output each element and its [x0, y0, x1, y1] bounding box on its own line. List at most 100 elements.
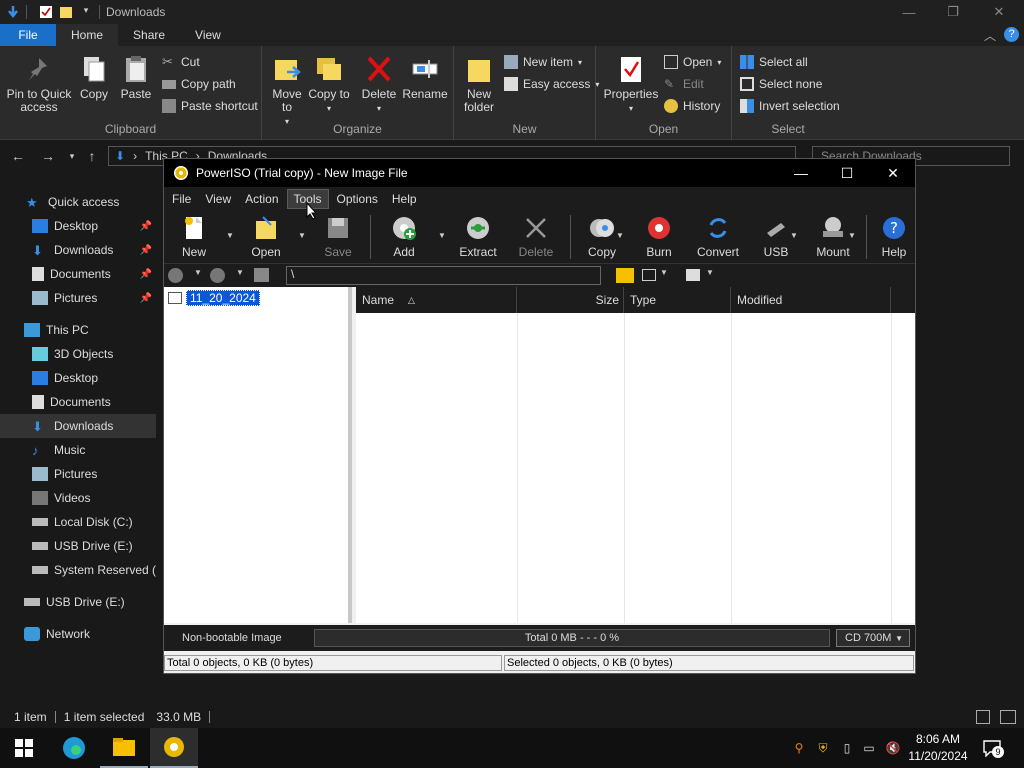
nav-qa-documents[interactable]: Documents 📌 [0, 262, 156, 286]
copy-to-button[interactable]: Copy to ▾ [308, 54, 350, 115]
copy-path-button[interactable]: Copy path [162, 75, 236, 93]
tab-view[interactable]: View [180, 24, 236, 46]
close-button[interactable]: ✕ [976, 0, 1022, 24]
forward-arrow-icon[interactable]: → [36, 148, 60, 164]
tab-file[interactable]: File [0, 24, 56, 46]
nav-usb-drive-root[interactable]: USB Drive (E:) [0, 590, 156, 614]
tab-share[interactable]: Share [118, 24, 180, 46]
toolbar-convert-button[interactable]: Convert [692, 213, 744, 259]
security-shield-icon[interactable]: ⛨ [814, 738, 832, 758]
nav-forward-icon[interactable] [210, 268, 225, 283]
nav-this-pc[interactable]: This PC [0, 318, 156, 342]
rename-button[interactable]: Rename [400, 54, 450, 101]
new-folder-button[interactable]: New folder [458, 54, 500, 114]
taskbar-clock[interactable]: 8:06 AM 11/20/2024 [906, 731, 970, 765]
large-icons-view-icon[interactable] [1000, 710, 1016, 724]
volume-muted-icon[interactable]: 🔇 [884, 738, 902, 758]
maximize-button[interactable]: ❐ [930, 0, 976, 24]
column-header-size[interactable]: Size [517, 287, 624, 313]
usb-dropdown-icon[interactable]: ▼ [790, 231, 798, 240]
taskbar-edge[interactable] [50, 728, 98, 768]
copy-button[interactable]: Copy [74, 54, 114, 101]
tree-node-root[interactable]: 11_20_2024 [168, 290, 260, 306]
easy-access-button[interactable]: Easy access ▾ [504, 75, 599, 93]
toolbar-new-button[interactable]: New [174, 213, 214, 259]
nav-network[interactable]: Network [0, 622, 156, 646]
nav-qa-downloads[interactable]: ⬇ Downloads 📌 [0, 238, 156, 262]
nav-qa-pictures[interactable]: Pictures 📌 [0, 286, 156, 310]
menu-help[interactable]: Help [386, 190, 423, 208]
help-icon[interactable]: ? [1004, 27, 1019, 42]
toolbar-save-button[interactable]: Save [318, 213, 358, 259]
open-dropdown-icon[interactable]: ▼ [298, 231, 306, 240]
poweriso-close-button[interactable]: ✕ [870, 159, 916, 187]
poweriso-maximize-button[interactable]: ☐ [824, 159, 870, 187]
menu-action[interactable]: Action [239, 190, 284, 208]
back-arrow-icon[interactable]: ← [6, 148, 30, 164]
nav-back-icon[interactable] [168, 268, 183, 283]
path-input[interactable]: \ [286, 266, 601, 285]
taskbar-poweriso[interactable] [150, 728, 198, 768]
nav-qa-desktop[interactable]: Desktop 📌 [0, 214, 156, 238]
browse-folder-icon[interactable] [616, 268, 634, 283]
properties-check-icon[interactable] [39, 5, 53, 19]
nav-pictures[interactable]: Pictures [0, 462, 156, 486]
action-center-button[interactable]: 9 [982, 739, 1004, 758]
customize-dropdown-icon[interactable]: ▾ [79, 5, 93, 19]
up-arrow-icon[interactable]: ↑ [80, 148, 104, 164]
taskbar-file-explorer[interactable] [100, 728, 148, 768]
cut-button[interactable]: ✂ Cut [162, 53, 200, 71]
menu-options[interactable]: Options [331, 190, 384, 208]
menu-file[interactable]: File [166, 190, 197, 208]
move-to-button[interactable]: Move to ▾ [266, 54, 308, 128]
copy-dropdown-icon[interactable]: ▼ [616, 231, 624, 240]
usb-eject-icon[interactable]: ▯ [838, 738, 856, 758]
view-mode-icon[interactable] [642, 269, 656, 281]
layout-dropdown-icon[interactable]: ▼ [706, 268, 714, 277]
new-dropdown-icon[interactable]: ▼ [226, 231, 234, 240]
details-view-icon[interactable] [976, 710, 990, 724]
paste-shortcut-button[interactable]: Paste shortcut [162, 97, 258, 115]
nav-quick-access[interactable]: ★ Quick access [0, 190, 156, 214]
mount-dropdown-icon[interactable]: ▼ [848, 231, 856, 240]
toolbar-extract-button[interactable]: Extract [454, 213, 502, 259]
column-header-type[interactable]: Type [624, 287, 731, 313]
properties-button[interactable]: Properties ▾ [600, 54, 662, 115]
network-status-icon[interactable]: ▭ [860, 738, 878, 758]
poweriso-minimize-button[interactable]: — [778, 159, 824, 187]
nav-desktop[interactable]: Desktop [0, 366, 156, 390]
add-dropdown-icon[interactable]: ▼ [438, 231, 446, 240]
toolbar-help-button[interactable]: ? Help [876, 213, 912, 259]
toolbar-add-button[interactable]: Add [384, 213, 424, 259]
start-button[interactable] [0, 728, 48, 768]
delete-button[interactable]: Delete ▾ [358, 54, 400, 115]
nav-videos[interactable]: Videos [0, 486, 156, 510]
tab-home[interactable]: Home [56, 24, 119, 46]
select-all-button[interactable]: Select all [740, 53, 808, 71]
column-header-name[interactable]: Name △ [356, 287, 517, 313]
toolbar-burn-button[interactable]: Burn [638, 213, 680, 259]
nav-local-disk[interactable]: Local Disk (C:) [0, 510, 156, 534]
nav-downloads[interactable]: ⬇ Downloads [0, 414, 156, 438]
edit-button[interactable]: ✎ Edit [664, 75, 704, 93]
toolbar-usb-button[interactable]: USB [758, 213, 794, 259]
parent-folder-icon[interactable] [254, 268, 269, 282]
select-none-button[interactable]: Select none [740, 75, 822, 93]
new-item-button[interactable]: New item ▾ [504, 53, 582, 71]
nav-documents[interactable]: Documents [0, 390, 156, 414]
open-button[interactable]: Open ▾ [664, 53, 721, 71]
nav-3d-objects[interactable]: 3D Objects [0, 342, 156, 366]
forward-dropdown-icon[interactable]: ▼ [236, 268, 244, 277]
invert-selection-button[interactable]: Invert selection [740, 97, 840, 115]
layout-icon[interactable] [686, 269, 700, 281]
nav-music[interactable]: ♪ Music [0, 438, 156, 462]
search-magnifier-icon[interactable]: ⚲ [790, 738, 808, 758]
chevron-up-icon[interactable]: ︿ [984, 27, 996, 44]
pin-quick-access-button[interactable]: Pin to Quick access [4, 54, 74, 114]
back-dropdown-icon[interactable]: ▼ [194, 268, 202, 277]
new-folder-icon[interactable] [59, 5, 73, 19]
arrow-down-icon[interactable] [6, 5, 20, 19]
toolbar-open-button[interactable]: Open [246, 213, 286, 259]
toolbar-delete-button[interactable]: Delete [512, 213, 560, 259]
paste-button[interactable]: Paste [116, 54, 156, 101]
